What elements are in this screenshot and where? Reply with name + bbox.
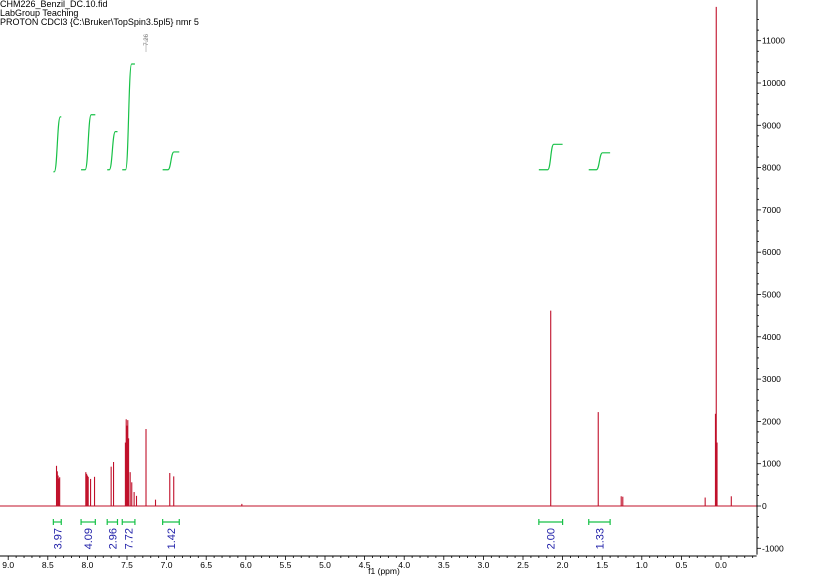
x-axis-tick-label: 3.0 (477, 560, 489, 570)
integral-curve (107, 131, 118, 171)
y-axis-tick-label: 5000 (762, 290, 781, 300)
integral-value: 2.96 (107, 528, 119, 549)
y-axis-tick-label: 11000 (762, 36, 785, 46)
peak-labels: 7.26 (144, 33, 150, 52)
x-axis-tick-label: 7.5 (121, 560, 133, 570)
x-axis-tick-label: 2.5 (517, 560, 529, 570)
x-axis-tick-label: 2.0 (557, 560, 569, 570)
x-axis-tick-label: 6.0 (240, 560, 252, 570)
y-axis: 1100010000900080007000600050004000300020… (756, 0, 786, 555)
integral-bracket (106, 519, 119, 525)
y-axis-tick-label: -1000 (762, 543, 784, 553)
integral-value: 2.00 (546, 528, 558, 549)
y-axis-tick-label: 3000 (762, 374, 781, 384)
y-axis-tick-label: 10000 (762, 78, 786, 88)
x-axis-tick-label: 1.5 (596, 560, 608, 570)
x-axis-tick-label: 0.5 (675, 560, 687, 570)
peak-label-text: 7.26 (144, 33, 150, 45)
x-axis-title: f1 (ppm) (368, 566, 400, 576)
integral-curve (122, 63, 135, 171)
y-axis-tick-label: 7000 (762, 205, 781, 215)
x-axis-tick-label: 8.0 (81, 560, 93, 570)
x-axis-tick-label: 3.5 (438, 560, 450, 570)
y-axis-tick-label: 2000 (762, 416, 781, 426)
integral-values: 3.97 4.09 2.96 7.72 1.42 2.00 1.33 (52, 528, 606, 549)
y-axis-tick-label: 8000 (762, 163, 781, 173)
x-axis-tick-label: 5.0 (319, 560, 331, 570)
integral-value: 7.72 (124, 528, 136, 549)
x-axis-tick-label: 8.5 (42, 560, 54, 570)
x-axis-tick-label: 7.0 (161, 560, 173, 570)
integral-bracket (80, 519, 96, 525)
integral-bracket (162, 519, 180, 525)
integral-bracket (538, 519, 564, 525)
integral-value: 3.97 (52, 528, 64, 549)
x-axis-tick-label: 1.0 (636, 560, 648, 570)
integral-curve (81, 114, 96, 171)
y-axis-tick-label: 1000 (762, 459, 781, 469)
integral-brackets (52, 519, 611, 525)
integral-value: 1.42 (166, 528, 178, 549)
integral-bracket (52, 519, 62, 525)
integral-curve (588, 152, 611, 171)
spectrum-peaks (55, 6, 732, 506)
integral-bracket (588, 519, 611, 525)
integral-curve (538, 143, 563, 171)
integral-curve (53, 116, 62, 173)
x-axis-tick-label: 9.0 (2, 560, 14, 570)
x-axis-tick-label: 5.5 (279, 560, 291, 570)
nmr-spectrum-chart: 3.97 4.09 2.96 7.72 1.42 2.00 1.33 7.26 9.0 8.5… (0, 0, 786, 576)
y-axis-tick-label: 4000 (762, 332, 781, 342)
integral-value: 4.09 (83, 528, 95, 549)
x-axis-tick-label: 0.0 (715, 560, 727, 570)
integral-value: 1.33 (594, 528, 606, 549)
x-axis-tick-label: 6.5 (200, 560, 212, 570)
y-axis-tick-label: 6000 (762, 247, 781, 257)
y-axis-tick-label: 0 (762, 501, 767, 511)
y-axis-tick-label: 9000 (762, 120, 781, 130)
integral-curves (53, 63, 611, 173)
integral-bracket (121, 519, 136, 525)
integral-curve (162, 151, 180, 171)
x-axis-tick-label: 4.0 (398, 560, 410, 570)
